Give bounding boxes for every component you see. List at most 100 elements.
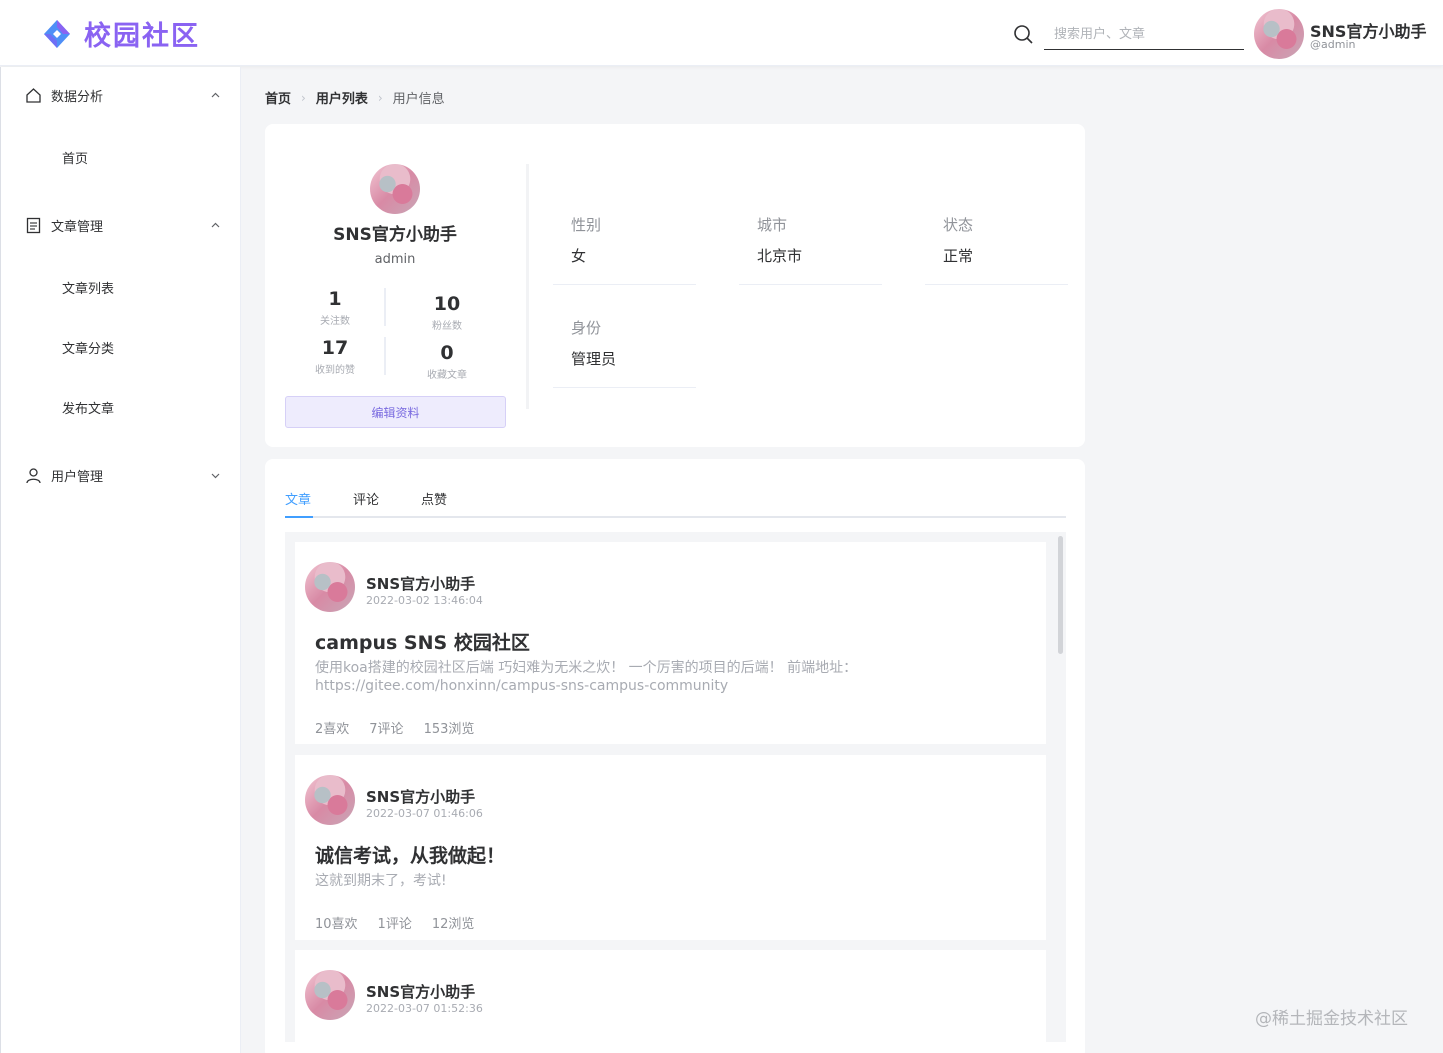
post-title[interactable]: 诚信考试，从我做起！	[315, 841, 505, 868]
breadcrumb-user-list[interactable]: 用户列表	[316, 88, 368, 107]
stat-favorites[interactable]: 0 收藏文章	[397, 342, 497, 381]
post-stats: 10喜欢 1评论 12浏览	[315, 913, 474, 932]
post-author-avatar[interactable]	[305, 970, 355, 1020]
stat-label: 关注数	[320, 316, 350, 327]
info-city: 城市 北京市	[739, 204, 882, 285]
stat-label: 粉丝数	[432, 321, 462, 332]
menu-group-label: 数据分析	[51, 89, 104, 105]
menu-group-label: 文章管理	[51, 219, 104, 235]
content-card: 文章 评论 点赞 SNS官方小助手 2022-03-02 13:46:04 ca…	[265, 459, 1085, 1053]
sidebar-item-label: 发布文章	[62, 402, 115, 417]
post-views: 12浏览	[431, 917, 475, 932]
post-time: 2022-03-02 13:46:04	[366, 594, 483, 607]
logo-text: 校园社区	[84, 21, 200, 52]
stat-label: 收到的赞	[315, 365, 355, 376]
stat-label: 收藏文章	[427, 370, 467, 381]
sidebar-item-home[interactable]: 首页	[1, 132, 241, 182]
sidebar-item-article-list[interactable]: 文章列表	[1, 262, 241, 312]
sidebar-item-label: 文章列表	[62, 282, 115, 297]
stat-following[interactable]: 1 关注数	[285, 288, 385, 327]
profile-name: SNS官方小助手	[333, 225, 457, 245]
post-likes: 10喜欢	[315, 917, 358, 932]
sidebar: 数据分析 首页 文章管理 文章列表 文章分类 发布文章 用户管理	[0, 67, 241, 1053]
menu-group-user-management[interactable]: 用户管理	[1, 447, 241, 503]
breadcrumb-separator-icon: ›	[377, 90, 383, 105]
user-icon	[26, 467, 41, 483]
profile-card: SNS官方小助手 admin 1 关注数 10 粉丝数 17 收到的赞 0 收藏…	[265, 124, 1085, 447]
sidebar-item-label: 首页	[62, 152, 89, 167]
post-time: 2022-03-07 01:52:36	[366, 1002, 483, 1015]
search-input[interactable]	[1044, 20, 1244, 50]
profile-avatar	[370, 164, 420, 214]
profile-divider	[526, 164, 529, 409]
menu-group-label: 用户管理	[51, 469, 104, 485]
menu-group-data-analysis[interactable]: 数据分析	[1, 67, 241, 123]
info-key: 城市	[757, 216, 788, 234]
article-list[interactable]: SNS官方小助手 2022-03-02 13:46:04 campus SNS …	[285, 532, 1066, 1042]
edit-profile-button[interactable]: 编辑资料	[285, 396, 506, 428]
chevron-up-icon	[211, 92, 220, 97]
watermark: @稀土掘金技术社区	[1255, 1009, 1408, 1029]
post-author-name[interactable]: SNS官方小助手	[366, 981, 475, 1002]
post-title[interactable]: campus SNS 校园社区	[315, 628, 530, 655]
header-avatar[interactable]	[1254, 9, 1304, 59]
tab-bar: 文章 评论 点赞	[285, 485, 1066, 518]
sidebar-item-article-category[interactable]: 文章分类	[1, 322, 241, 372]
chevron-up-icon	[211, 222, 220, 227]
info-gender: 性别 女	[553, 204, 696, 285]
article-item[interactable]: SNS官方小助手 2022-03-02 13:46:04 campus SNS …	[295, 542, 1046, 744]
profile-handle: admin	[374, 252, 416, 267]
document-icon	[26, 217, 41, 233]
info-value: 正常	[943, 247, 974, 265]
breadcrumb: 首页 › 用户列表 › 用户信息	[265, 88, 445, 108]
tab-comments[interactable]: 评论	[353, 489, 379, 508]
stat-value: 17	[321, 337, 349, 359]
stat-divider	[384, 337, 386, 375]
post-author-name[interactable]: SNS官方小助手	[366, 786, 475, 807]
breadcrumb-home[interactable]: 首页	[265, 88, 291, 107]
post-author-avatar[interactable]	[305, 775, 355, 825]
header-user-handle: @admin	[1310, 38, 1356, 51]
post-author-name[interactable]: SNS官方小助手	[366, 573, 475, 594]
post-excerpt: 使用koa搭建的校园社区后端 巧妇难为无米之炊！ 一个厉害的项目的后端！ 前端地…	[315, 660, 858, 694]
tab-articles[interactable]: 文章	[285, 489, 311, 508]
sidebar-item-label: 文章分类	[62, 342, 115, 357]
list-scrollbar[interactable]	[1058, 536, 1063, 654]
home-icon	[26, 87, 41, 103]
tab-active-indicator	[285, 516, 313, 518]
sidebar-item-publish-article[interactable]: 发布文章	[1, 382, 241, 432]
info-key: 性别	[571, 216, 602, 234]
breadcrumb-separator-icon: ›	[301, 90, 306, 105]
post-comments: 7评论	[369, 722, 404, 737]
info-value: 管理员	[571, 350, 617, 368]
info-value: 北京市	[757, 247, 803, 265]
info-role: 身份 管理员	[553, 307, 696, 388]
post-time: 2022-03-07 01:46:06	[366, 807, 483, 820]
search-icon[interactable]	[1013, 24, 1033, 44]
post-author-avatar[interactable]	[305, 562, 355, 612]
info-key: 状态	[943, 216, 974, 234]
menu-group-article-management[interactable]: 文章管理	[1, 197, 241, 253]
tab-likes[interactable]: 点赞	[421, 489, 447, 508]
article-item[interactable]: SNS官方小助手 2022-03-07 01:46:06 诚信考试，从我做起！ …	[295, 755, 1046, 940]
stat-value: 0	[440, 342, 454, 364]
info-key: 身份	[571, 319, 602, 337]
post-stats: 2喜欢 7评论 153浏览	[315, 718, 474, 737]
post-views: 153浏览	[423, 722, 475, 737]
post-comments: 1评论	[377, 917, 412, 932]
top-header: 校园社区 SNS官方小助手 @admin	[0, 0, 1443, 66]
post-excerpt: 这就到期末了，考试!	[315, 873, 447, 889]
stat-value: 1	[328, 288, 342, 310]
info-status: 状态 正常	[925, 204, 1068, 285]
post-likes: 2喜欢	[315, 722, 350, 737]
logo-icon	[44, 19, 70, 48]
article-item[interactable]: SNS官方小助手 2022-03-07 01:52:36	[295, 950, 1046, 1042]
chevron-down-icon	[211, 473, 220, 478]
stat-divider	[384, 288, 386, 326]
stat-likes-received: 17 收到的赞	[285, 337, 385, 376]
info-value: 女	[571, 247, 587, 265]
stat-fans[interactable]: 10 粉丝数	[397, 293, 497, 332]
logo[interactable]: 校园社区	[42, 14, 200, 53]
stat-value: 10	[433, 293, 461, 315]
breadcrumb-current: 用户信息	[392, 92, 445, 107]
